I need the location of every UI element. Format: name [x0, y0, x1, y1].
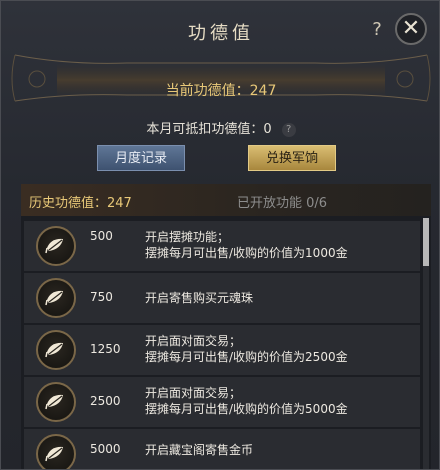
list-item: 2500 开启面对面交易； 摆摊每月可出售/收购的价值为5000金 — [24, 377, 420, 427]
deduct-help-icon[interactable]: ? — [281, 123, 296, 137]
monthly-deduct-label: 本月可抵扣功德值：0 — [146, 122, 272, 137]
help-icon[interactable]: ? — [367, 19, 387, 41]
monthly-record-button[interactable]: 月度记录 — [97, 145, 185, 171]
leaf-coin-icon — [36, 434, 76, 469]
leaf-coin-icon — [36, 226, 76, 266]
requirement-value: 2500 — [90, 394, 121, 408]
opened-features: 已开放功能 0/6 — [237, 196, 328, 211]
leaf-coin-icon — [36, 330, 76, 370]
merit-panel: 功德值 ? ✕ 当前功德值：247 本月可抵扣功德值：0? 月度记录 兑换军饷 … — [0, 0, 440, 470]
scrollbar-thumb[interactable] — [423, 218, 429, 266]
feature-description: 开启面对面交易； 摆摊每月可出售/收购的价值为2500金 — [145, 333, 348, 365]
description-line: 摆摊每月可出售/收购的价值为2500金 — [145, 350, 348, 364]
feature-description: 开启寄售购买元魂珠 — [145, 290, 253, 306]
requirement-value: 750 — [90, 290, 113, 304]
merit-list: 历史功德值：247 已开放功能 0/6 500 开启摆摊功能； 摆摊每月可出售/… — [21, 184, 431, 469]
history-merit: 历史功德值：247 — [29, 196, 132, 211]
description-line: 开启摆摊功能； — [145, 230, 230, 244]
list-item: 1250 开启面对面交易； 摆摊每月可出售/收购的价值为2500金 — [24, 325, 420, 375]
panel-header: 功德值 ? ✕ 当前功德值：247 本月可抵扣功德值：0? — [1, 1, 439, 151]
exchange-pay-button[interactable]: 兑换军饷 — [248, 145, 336, 171]
description-line: 开启寄售购买元魂珠 — [145, 291, 254, 305]
monthly-deduct-row: 本月可抵扣功德值：0? — [1, 118, 439, 137]
list-item: 750 开启寄售购买元魂珠 — [24, 273, 420, 323]
leaf-coin-icon — [36, 382, 76, 422]
description-line: 开启面对面交易； — [145, 386, 242, 400]
feature-description: 开启摆摊功能； 摆摊每月可出售/收购的价值为1000金 — [145, 229, 348, 261]
list-item: 5000 开启藏宝阁寄售金币 — [24, 429, 420, 469]
description-line: 开启藏宝阁寄售金币 — [145, 443, 254, 457]
list-header: 历史功德值：247 已开放功能 0/6 — [21, 184, 431, 216]
description-line: 摆摊每月可出售/收购的价值为5000金 — [145, 402, 348, 416]
description-line: 开启面对面交易； — [145, 334, 242, 348]
list-item: 500 开启摆摊功能； 摆摊每月可出售/收购的价值为1000金 — [24, 221, 420, 271]
requirement-value: 5000 — [90, 442, 121, 456]
requirement-value: 1250 — [90, 342, 121, 356]
close-button[interactable]: ✕ — [395, 13, 427, 45]
description-line: 摆摊每月可出售/收购的价值为1000金 — [145, 246, 348, 260]
requirement-value: 500 — [90, 229, 113, 243]
current-merit-value: 当前功德值：247 — [165, 83, 277, 99]
feature-description: 开启面对面交易； 摆摊每月可出售/收购的价值为5000金 — [145, 385, 348, 417]
list-scrollbar[interactable] — [423, 218, 429, 469]
feature-description: 开启藏宝阁寄售金币 — [145, 442, 253, 458]
leaf-coin-icon — [36, 278, 76, 318]
